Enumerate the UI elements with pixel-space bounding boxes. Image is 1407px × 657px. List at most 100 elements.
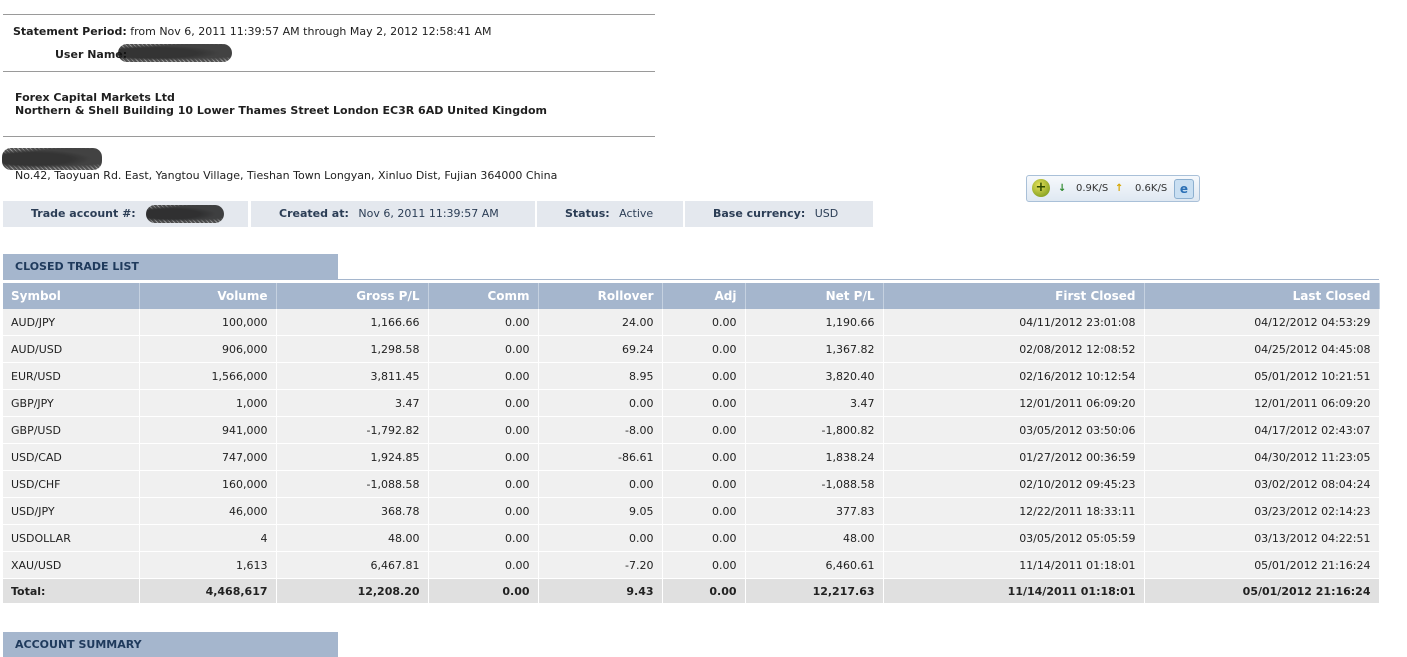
cell-symbol: AUD/JPY	[3, 309, 140, 336]
cell-symbol: GBP/USD	[3, 416, 140, 444]
base-currency-label: Base currency:	[713, 207, 806, 220]
cell-last-closed: 04/25/2012 04:45:08	[1144, 335, 1380, 363]
col-rollover-header[interactable]: Rollover	[538, 283, 663, 309]
statement-period: Statement Period: from Nov 6, 2011 11:39…	[13, 25, 492, 38]
cell-volume: 100,000	[139, 309, 277, 336]
col-net-pl-header[interactable]: Net P/L	[745, 283, 884, 309]
created-at-label: Created at:	[279, 207, 349, 220]
download-speed: 0.9K/S	[1076, 183, 1109, 194]
cell-net-pl: 377.83	[745, 497, 884, 525]
cell-gross-pl: 368.78	[276, 497, 429, 525]
cell-gross-pl: 1,166.66	[276, 309, 429, 336]
cell-gross-pl: 3,811.45	[276, 362, 429, 390]
trade-account-label: Trade account #:	[31, 207, 136, 220]
cell-net-pl: -1,800.82	[745, 416, 884, 444]
col-volume-header[interactable]: Volume	[139, 283, 277, 309]
table-row: XAU/USD 1,613 6,467.81 0.00 -7.20 0.00 6…	[3, 551, 1380, 579]
cell-first-closed: 11/14/2011 01:18:01	[883, 551, 1145, 579]
cell-adj: 0.00	[662, 389, 746, 417]
statement-period-value: from Nov 6, 2011 11:39:57 AM through May…	[130, 25, 492, 38]
cell-rollover: 0.00	[538, 389, 663, 417]
table-row: AUD/JPY 100,000 1,166.66 0.00 24.00 0.00…	[3, 309, 1380, 336]
cell-first-closed: 03/05/2012 05:05:59	[883, 524, 1145, 552]
created-at-value: Nov 6, 2011 11:39:57 AM	[358, 207, 499, 220]
cell-rollover: 9.05	[538, 497, 663, 525]
col-first-closed-header[interactable]: First Closed	[883, 283, 1145, 309]
cell-gross-pl: -1,088.58	[276, 470, 429, 498]
cell-last-closed: 03/02/2012 08:04:24	[1144, 470, 1380, 498]
col-adj-header[interactable]: Adj	[662, 283, 746, 309]
broker-name: Forex Capital Markets Ltd	[15, 91, 175, 104]
total-gross-pl: 12,208.20	[276, 578, 429, 604]
network-speed-widget[interactable]: + ↓ 0.9K/S ↑ 0.6K/S e	[1026, 175, 1200, 202]
cell-net-pl: 3.47	[745, 389, 884, 417]
cell-gross-pl: 3.47	[276, 389, 429, 417]
statement-period-label: Statement Period:	[13, 25, 127, 38]
total-volume: 4,468,617	[139, 578, 277, 604]
cell-net-pl: 3,820.40	[745, 362, 884, 390]
broker-address: Northern & Shell Building 10 Lower Thame…	[15, 104, 548, 117]
cell-volume: 941,000	[139, 416, 277, 444]
cell-volume: 4	[139, 524, 277, 552]
closed-trade-list-underline	[3, 279, 1379, 280]
divider-1	[3, 71, 655, 72]
base-currency-value: USD	[814, 207, 839, 220]
browser-icon[interactable]: e	[1174, 179, 1194, 199]
table-row: USD/CAD 747,000 1,924.85 0.00 -86.61 0.0…	[3, 443, 1380, 471]
cell-rollover: 0.00	[538, 524, 663, 552]
col-comm-header[interactable]: Comm	[428, 283, 539, 309]
cell-rollover: 0.00	[538, 470, 663, 498]
divider-2	[3, 136, 655, 137]
cell-net-pl: -1,088.58	[745, 470, 884, 498]
redacted-client-name	[2, 148, 102, 170]
cell-first-closed: 12/01/2011 06:09:20	[883, 389, 1145, 417]
cell-adj: 0.00	[662, 524, 746, 552]
cell-adj: 0.00	[662, 551, 746, 579]
cell-gross-pl: 1,924.85	[276, 443, 429, 471]
cell-last-closed: 12/01/2011 06:09:20	[1144, 389, 1380, 417]
cell-gross-pl: 6,467.81	[276, 551, 429, 579]
cell-rollover: 69.24	[538, 335, 663, 363]
table-row: EUR/USD 1,566,000 3,811.45 0.00 8.95 0.0…	[3, 362, 1380, 390]
table-row: GBP/JPY 1,000 3.47 0.00 0.00 0.00 3.47 1…	[3, 389, 1380, 417]
col-last-closed-header[interactable]: Last Closed	[1144, 283, 1380, 309]
cell-volume: 160,000	[139, 470, 277, 498]
cell-rollover: -7.20	[538, 551, 663, 579]
cell-comm: 0.00	[428, 389, 539, 417]
upload-speed: 0.6K/S	[1135, 183, 1168, 194]
cell-symbol: EUR/USD	[3, 362, 140, 390]
cell-symbol: USD/CAD	[3, 443, 140, 471]
total-last-closed: 05/01/2012 21:16:24	[1144, 578, 1380, 604]
cell-gross-pl: 1,298.58	[276, 335, 429, 363]
cell-volume: 906,000	[139, 335, 277, 363]
status-label: Status:	[565, 207, 610, 220]
status-value: Active	[619, 207, 654, 220]
cell-symbol: USD/JPY	[3, 497, 140, 525]
col-gross-pl-header[interactable]: Gross P/L	[276, 283, 429, 309]
plus-circle-icon[interactable]: +	[1032, 179, 1050, 197]
cell-adj: 0.00	[662, 335, 746, 363]
col-symbol-header[interactable]: Symbol	[3, 283, 140, 309]
cell-symbol: XAU/USD	[3, 551, 140, 579]
cell-last-closed: 05/01/2012 10:21:51	[1144, 362, 1380, 390]
table-row: AUD/USD 906,000 1,298.58 0.00 69.24 0.00…	[3, 335, 1380, 363]
cell-net-pl: 1,367.82	[745, 335, 884, 363]
cell-last-closed: 04/30/2012 11:23:05	[1144, 443, 1380, 471]
cell-comm: 0.00	[428, 470, 539, 498]
cell-symbol: USD/CHF	[3, 470, 140, 498]
cell-volume: 1,613	[139, 551, 277, 579]
cell-first-closed: 02/08/2012 12:08:52	[883, 335, 1145, 363]
total-net-pl: 12,217.63	[745, 578, 884, 604]
cell-last-closed: 03/13/2012 04:22:51	[1144, 524, 1380, 552]
redacted-user-name	[118, 44, 232, 62]
cell-first-closed: 01/27/2012 00:36:59	[883, 443, 1145, 471]
cell-symbol: AUD/USD	[3, 335, 140, 363]
cell-first-closed: 12/22/2011 18:33:11	[883, 497, 1145, 525]
cell-gross-pl: 48.00	[276, 524, 429, 552]
client-address: No.42, Taoyuan Rd. East, Yangtou Village…	[15, 169, 558, 182]
cell-gross-pl: -1,792.82	[276, 416, 429, 444]
cell-volume: 46,000	[139, 497, 277, 525]
total-first-closed: 11/14/2011 01:18:01	[883, 578, 1145, 604]
cell-adj: 0.00	[662, 309, 746, 336]
cell-first-closed: 03/05/2012 03:50:06	[883, 416, 1145, 444]
